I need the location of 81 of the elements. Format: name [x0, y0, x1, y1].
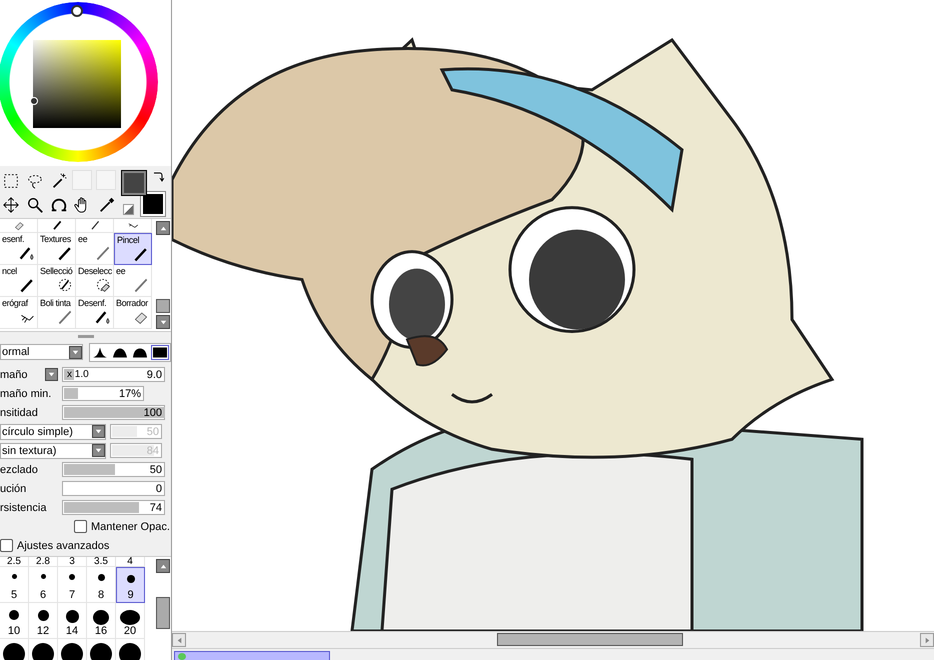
property-slider[interactable]: 17% [62, 386, 144, 401]
zoom-icon[interactable] [26, 196, 44, 214]
scroll-down-button[interactable] [156, 315, 170, 329]
brush-tool[interactable]: Textures [38, 233, 76, 265]
scrollbar-thumb[interactable] [156, 299, 170, 313]
caret-down-icon [71, 348, 80, 356]
brush-tool[interactable]: Deselecc [76, 265, 114, 297]
checkbox[interactable] [0, 539, 13, 552]
property-label: ezclado [0, 464, 39, 476]
brush-size-option[interactable]: 20 [116, 603, 145, 639]
checkbox-label: Mantener Opac. [91, 520, 170, 532]
property-label: nsitidad [0, 406, 39, 418]
size-menu-button[interactable] [45, 368, 58, 381]
size-label: 3.5 [87, 557, 116, 567]
scrollbar-thumb[interactable] [156, 597, 170, 629]
property-label: rsistencia [0, 502, 48, 514]
reset-colors-icon[interactable] [123, 204, 134, 215]
brush-tool[interactable]: Desenf. [76, 297, 114, 329]
property-slider[interactable]: 74 [62, 500, 165, 515]
property-label: ución [0, 482, 28, 494]
property-slider[interactable]: x 1.0 9.0 [62, 367, 165, 382]
brush-tool[interactable]: Boli tinta [38, 297, 76, 329]
property-label: maño [0, 368, 29, 380]
eyedropper-icon[interactable] [98, 196, 116, 214]
scrollbar-thumb[interactable] [497, 633, 683, 646]
scroll-left-button[interactable] [172, 633, 186, 647]
property-slider[interactable]: 100 [62, 405, 165, 420]
caret-down-icon [94, 427, 103, 436]
pen-drop-icon [95, 309, 111, 325]
brush-size-option[interactable]: 7 [58, 567, 87, 603]
rotate-icon[interactable] [50, 196, 68, 214]
brush-size-option[interactable]: 10 [0, 603, 29, 639]
primary-color-swatch[interactable] [122, 171, 146, 195]
size-label: 3 [58, 557, 87, 567]
size-label: 2.8 [29, 557, 58, 567]
pen-icon [133, 246, 149, 262]
caret-down-icon [94, 446, 103, 455]
brush-tool[interactable]: esenf. [0, 233, 38, 265]
document-tab[interactable] [174, 651, 330, 660]
secondary-color-swatch[interactable] [141, 192, 165, 216]
property-slider[interactable]: 50 [62, 462, 165, 477]
checkbox-label: Ajustes avanzados [17, 540, 110, 552]
brush-tool[interactable]: Pincel [114, 233, 152, 265]
brush-tool[interactable]: ee [114, 265, 152, 297]
brush-tool[interactable]: erógraf [0, 297, 38, 329]
move-icon[interactable] [2, 196, 20, 214]
caret-right-icon [922, 636, 932, 644]
pencil-icon [133, 277, 149, 293]
pencil-icon [57, 309, 73, 325]
lasso-icon[interactable] [26, 172, 44, 190]
panel-grip[interactable] [78, 335, 94, 338]
magic-wand-icon[interactable] [50, 172, 68, 190]
pen-drop-icon [19, 245, 35, 261]
brush-size-option[interactable]: 12 [29, 603, 58, 639]
scroll-up-button[interactable] [156, 221, 170, 235]
checkbox[interactable] [74, 520, 87, 533]
pen-icon [57, 245, 73, 261]
saturation-square[interactable] [33, 40, 121, 128]
brush-size-option[interactable]: 14 [58, 603, 87, 639]
caret-down-icon [47, 370, 56, 379]
selection-icon [57, 277, 73, 293]
scroll-right-button[interactable] [920, 633, 934, 647]
brush-tool[interactable]: ncel [0, 265, 38, 297]
pencil-icon [95, 245, 111, 261]
brush-size-option[interactable]: 16 [87, 603, 116, 639]
rectangle-select-icon[interactable] [2, 172, 20, 190]
deselect-icon [95, 277, 111, 293]
size-label: 2.5 [0, 557, 29, 567]
property-slider[interactable]: 0 [62, 481, 165, 496]
caret-down-icon [158, 318, 168, 326]
property-label: maño min. [0, 388, 52, 400]
pen-icon [19, 277, 35, 293]
brush-tool[interactable]: Sellecció [38, 265, 76, 297]
brush-shape-icon[interactable] [151, 344, 169, 360]
swap-arrow-icon[interactable] [152, 170, 164, 182]
brush-size-option[interactable]: 6 [29, 567, 58, 603]
brush-size-option[interactable]: 9 [116, 567, 145, 603]
scroll-up-button[interactable] [156, 559, 170, 573]
blend-mode-dropdown[interactable]: ormal [0, 344, 83, 360]
brush-size-option[interactable]: 5 [0, 567, 29, 603]
brush-tool[interactable]: Borrador [114, 297, 152, 329]
